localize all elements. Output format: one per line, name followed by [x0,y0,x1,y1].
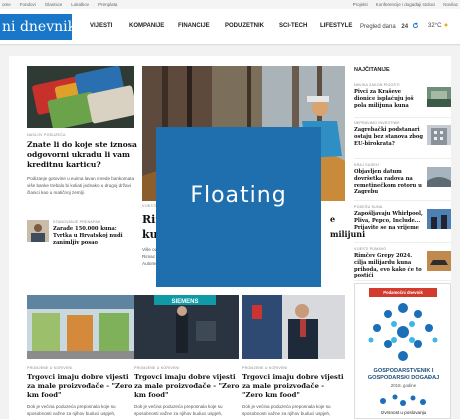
card1-title[interactable]: Znate li do koje ste iznosa odgovorni uk… [27,140,137,170]
floating-overlay[interactable]: Floating [156,127,321,287]
credit-cards-image[interactable] [27,66,134,128]
top-link[interactable]: Projekti [353,2,368,7]
top-right-links: Projekti Konferencije i događaji stoloci N… [345,2,458,7]
bottom-card2-text: Dok je većina poduzeća preposnala koje s… [134,404,223,416]
siemens-sign: SIEMENS [171,299,198,305]
sidebar-item[interactable]: Vijesti pumavo Rimčev Grepy 2024. cilja … [354,247,451,281]
site-logo[interactable]: ni dnevnik [0,14,72,40]
ad-line2: GOSPODARSKI DOGAĐAJ [367,375,440,381]
nav-item-financije[interactable]: FINANCIJE [178,23,210,29]
card1-small-category[interactable]: Stanovanje prenapak [53,220,101,224]
sidebar-item-category: Kraj sudeh [354,163,379,167]
top-link[interactable]: Prenplata [98,2,117,7]
sidebar-thumb [427,209,451,229]
bottom-card1-text: Dok je većina poduzeća preposnala koje s… [27,404,116,416]
sidebar-item-title[interactable]: Zagrebački podstanari ostaju bez stanova… [354,127,424,147]
sidebar-item-category: Vijesti pumavo [354,247,387,251]
top-link[interactable]: Fondovi [20,2,36,7]
siemens-illustration: SIEMENS [134,295,239,359]
supermarket-illustration [27,295,134,359]
pregled-count: 24 [401,24,409,30]
advertisement-banner[interactable]: Podamočni dnevnik GOSPODARSTVENIK I GOSP… [354,283,451,419]
bottom-card3-image[interactable] [242,295,345,359]
job-thumb[interactable] [27,220,49,242]
temperature: 32°C [428,23,442,29]
sidebar-item-category: Nepravimo investiwe [354,121,400,125]
top-link[interactable]: Konferencije i događaji stoloci [376,2,436,7]
ad-bottom-text: Izvrsnost u poslovanju [380,410,427,415]
sidebar-thumb [427,167,451,187]
sidebar-item-title[interactable]: Rimčev Grepy 2024. cilja milijardu kuna … [354,253,424,280]
sun-icon [444,23,448,27]
pregled-label: Pregled dana [360,24,396,30]
sidebar-item-title[interactable]: Objavljen datum dovršetka radova na reme… [354,169,424,196]
bottom-card3-title[interactable]: Trgovci imaju dobre vijesti za male proi… [242,373,346,400]
person-thumb-illustration [27,220,49,242]
sidebar-thumb [427,251,451,271]
card1-small-title[interactable]: Zarađe 150.000 kuna: Tvrtka u Hrvatskoj … [53,226,133,246]
sidebar-thumb-illustration [427,87,451,107]
card1-category[interactable]: Naslov poduzeća [27,133,66,137]
nav-item-kompanije[interactable]: KOMPANIJE [129,23,164,29]
sidebar-item[interactable]: Navika zakon pigosti Pivci za Kraševe di… [354,83,451,118]
sidebar-item[interactable]: Nepravimo investiwe Zagrebački podstanar… [354,121,451,159]
ad-dots-small [380,394,426,406]
bottom-card3-text: Dok je većina poduzeća preposnala koje s… [242,404,331,416]
bottom-card1-title[interactable]: Trgovci imaju dobre vijesti za male proi… [27,373,135,400]
sidebar-thumb [427,125,451,145]
ad-dots-graphic [368,303,438,361]
main-navbar: ni dnevnik VIJESTI KOMPANIJE FINANCIJE P… [0,9,460,45]
sidebar-heading: NAJČITANIJE [354,67,390,73]
nav-item-lifestyle[interactable]: LIFESTYLE [320,23,352,29]
nav-item-sci-tech[interactable]: SCI-TECH [279,23,307,29]
top-left-links: ome Fondovi Glasnice Lokalkov Prenplata [2,2,126,7]
car-thumb-illustration [427,251,451,271]
sidebar-item-title[interactable]: Zapošljavaju Whirlpool, Pliva, Pepco, In… [354,211,424,231]
ad-top-label: Podamočni dnevnik [369,288,437,297]
ad-line1: GOSPODARSTVENIK I [373,368,434,374]
road-thumb-illustration [427,167,451,187]
workers-thumb-illustration [427,209,451,229]
bottom-card2-category[interactable]: Promjene u koriveni [134,366,180,370]
weather-widget[interactable]: 32°C [428,22,449,29]
bottom-card3-category[interactable]: Promjene u koriveni [242,366,288,370]
bottom-card2-image[interactable]: SIEMENS [134,295,239,359]
top-link[interactable]: ome [2,2,11,7]
floating-label: Floating [190,183,287,208]
credit-cards-illustration [27,66,134,128]
bottom-card1-category[interactable]: Promjene u koriveni [27,366,73,370]
bottom-card1-image[interactable] [27,295,134,359]
speaker-illustration [242,295,345,359]
top-link[interactable]: Lokalkov [71,2,89,7]
sidebar-item-title[interactable]: Pivci za Kraševe dionice isplaćuju još p… [354,89,424,109]
nav-item-poduzetnik[interactable]: PODUZETNIK [225,23,264,29]
sidebar-item-category: Navika zakon pigosti [354,83,400,87]
building-thumb-illustration [427,125,451,145]
refresh-icon [412,22,418,29]
bottom-card2-title[interactable]: Trgovci imaju dobre vijesti za male proi… [134,373,240,400]
hero-title-right-line1: e [330,214,336,224]
sidebar-item-category: Podešu kuna [354,205,383,209]
top-link[interactable]: Novilac [443,2,458,7]
sidebar-item[interactable]: Kraj sudeh Objavljen datum dovršetka rad… [354,163,451,201]
top-utility-bar: ome Fondovi Glasnice Lokalkov Prenplata Proj… [0,0,460,9]
pregled-dana[interactable]: Pregled dana 24 [360,22,419,30]
top-link[interactable]: Glasnice [45,2,63,7]
card1-text: Podizanje gotovine u euima lavan mrede b… [27,176,134,195]
ad-line3: 2018. godine [390,383,417,388]
sidebar-item[interactable]: Podešu kuna Zapošljavaju Whirlpool, Pliv… [354,205,451,243]
nav-item-vijesti[interactable]: VIJESTI [90,23,112,29]
sidebar-thumb [427,87,451,107]
